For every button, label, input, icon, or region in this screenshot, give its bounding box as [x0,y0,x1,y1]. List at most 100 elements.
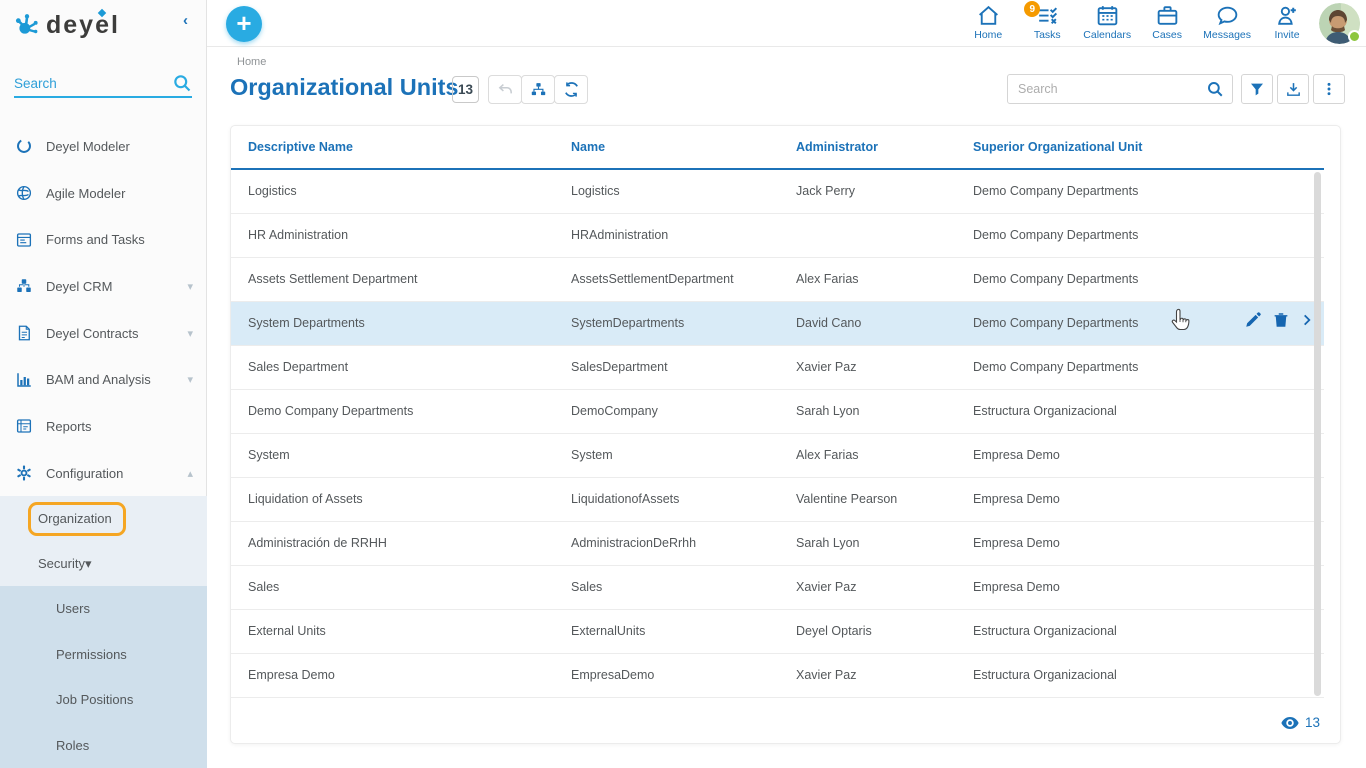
deyel-logo[interactable]: deyel [14,8,194,42]
hierarchy-view-button[interactable] [521,75,555,104]
table-cell[interactable]: Estructura Organizacional [973,653,1324,697]
column-header[interactable]: Superior Organizational Unit [973,126,1324,169]
add-button[interactable]: + [226,6,262,42]
chevron-down-icon[interactable]: ▾ [187,327,193,340]
column-header[interactable]: Descriptive Name [231,126,571,169]
sidebar-item-users[interactable]: Users [0,586,207,632]
table-cell[interactable] [796,213,973,257]
table-cell[interactable]: Empresa Demo [231,653,571,697]
table-cell[interactable]: AssetsSettlementDepartment [571,257,796,301]
table-cell[interactable]: DemoCompany [571,389,796,433]
sidebar-item-permissions[interactable]: Permissions [0,632,207,678]
table-cell[interactable]: Empresa Demo [973,565,1324,609]
sidebar-item-job-positions[interactable]: Job Positions [0,677,207,723]
table-cell[interactable]: Sales [571,565,796,609]
sidebar-item-bam-analysis[interactable]: BAM and Analysis ▾ [0,356,207,403]
column-header[interactable]: Name [571,126,796,169]
table-cell[interactable]: ExternalUnits [571,609,796,653]
chevron-down-icon[interactable]: ▾ [187,373,193,386]
sidebar-item-roles[interactable]: Roles [0,723,207,768]
sidebar-item-deyel-contracts[interactable]: Deyel Contracts ▾ [0,310,207,357]
table-cell[interactable]: Empresa Demo [973,433,1324,477]
table-cell[interactable]: Logistics [231,169,571,213]
nav-invite[interactable]: Invite [1264,3,1310,41]
table-cell[interactable]: Empresa Demo [973,521,1324,565]
table-scrollbar[interactable] [1314,172,1321,696]
table-cell[interactable]: Demo Company Departments [973,345,1324,389]
sidebar-search[interactable]: Search [14,70,192,98]
table-cell[interactable]: SystemDepartments [571,301,796,345]
table-cell[interactable]: Demo Company Departments [973,257,1324,301]
sidebar-item-configuration[interactable]: Configuration ▴ [0,450,207,497]
table-row[interactable]: Empresa DemoEmpresaDemoXavier PazEstruct… [231,653,1324,697]
table-cell[interactable]: External Units [231,609,571,653]
table-cell[interactable]: David Cano [796,301,973,345]
nav-calendars[interactable]: Calendars [1083,3,1131,41]
nav-messages[interactable]: Messages [1203,3,1251,41]
table-cell[interactable]: Administración de RRHH [231,521,571,565]
open-row-chevron-icon[interactable] [1300,313,1314,327]
sidebar-item-security[interactable]: Security ▾ [0,541,207,586]
sidebar-item-organization[interactable]: Organization [0,496,207,541]
table-row[interactable]: HR AdministrationHRAdministration Demo Co… [231,213,1324,257]
table-row[interactable]: System DepartmentsSystemDepartmentsDavid… [231,301,1324,345]
table-cell[interactable]: Sales [231,565,571,609]
table-row[interactable]: SalesSalesXavier PazEmpresa Demo [231,565,1324,609]
nav-cases[interactable]: Cases [1144,3,1190,41]
sidebar-item-deyel-crm[interactable]: Deyel CRM ▾ [0,263,207,310]
table-row[interactable]: External UnitsExternalUnitsDeyel Optaris… [231,609,1324,653]
search-input[interactable] [1008,82,1198,96]
filter-button[interactable] [1241,74,1273,104]
refresh-button[interactable] [554,75,588,104]
table-cell[interactable]: Assets Settlement Department [231,257,571,301]
sidebar-item-reports[interactable]: Reports [0,403,207,450]
table-cell[interactable]: Liquidation of Assets [231,477,571,521]
user-avatar[interactable] [1319,3,1360,44]
column-header[interactable]: Administrator [796,126,973,169]
table-row[interactable]: Demo Company DepartmentsDemoCompanySarah… [231,389,1324,433]
chevron-down-icon[interactable]: ▾ [187,280,193,293]
table-cell[interactable]: System [231,433,571,477]
table-cell[interactable]: Xavier Paz [796,653,973,697]
table-cell[interactable]: Estructura Organizacional [973,389,1324,433]
table-cell[interactable]: Deyel Optaris [796,609,973,653]
table-cell[interactable]: System Departments [231,301,571,345]
table-cell[interactable]: Xavier Paz [796,565,973,609]
table-cell[interactable]: Estructura Organizacional [973,609,1324,653]
chevron-up-icon[interactable]: ▴ [187,467,193,480]
table-cell[interactable]: HRAdministration [571,213,796,257]
table-cell[interactable]: SalesDepartment [571,345,796,389]
table-cell[interactable]: Demo Company Departments [973,169,1324,213]
undo-button[interactable] [488,75,522,104]
table-cell[interactable]: AdministracionDeRrhh [571,521,796,565]
table-row[interactable]: Sales DepartmentSalesDepartmentXavier Pa… [231,345,1324,389]
delete-trash-icon[interactable] [1272,311,1290,329]
nav-home[interactable]: Home [965,3,1011,41]
table-cell[interactable]: System [571,433,796,477]
table-cell[interactable]: Demo Company Departments [973,213,1324,257]
nav-tasks[interactable]: 9 Tasks [1024,3,1070,41]
search-icon[interactable] [172,73,192,93]
search-submit[interactable] [1198,80,1232,98]
table-cell[interactable]: Sales Department [231,345,571,389]
table-cell[interactable]: Logistics [571,169,796,213]
table-cell[interactable]: Sarah Lyon [796,521,973,565]
table-cell[interactable]: Empresa Demo [973,477,1324,521]
table-cell[interactable]: Alex Farias [796,257,973,301]
edit-pencil-icon[interactable] [1244,311,1262,329]
table-row[interactable]: Liquidation of AssetsLiquidationofAssets… [231,477,1324,521]
sidebar-item-agile-modeler[interactable]: Agile Modeler [0,170,207,217]
breadcrumb[interactable]: Home [237,56,266,68]
table-cell[interactable]: HR Administration [231,213,571,257]
table-row[interactable]: LogisticsLogisticsJack PerryDemo Company… [231,169,1324,213]
table-row[interactable]: Administración de RRHHAdministracionDeRr… [231,521,1324,565]
table-cell[interactable]: Jack Perry [796,169,973,213]
table-cell[interactable]: Alex Farias [796,433,973,477]
sidebar-item-deyel-modeler[interactable]: Deyel Modeler [0,123,207,170]
table-cell[interactable]: Sarah Lyon [796,389,973,433]
chevron-down-icon[interactable]: ▾ [85,556,92,572]
table-cell[interactable]: EmpresaDemo [571,653,796,697]
sidebar-collapse-icon[interactable]: ‹ [183,12,188,29]
table-cell[interactable]: LiquidationofAssets [571,477,796,521]
table-cell[interactable]: Xavier Paz [796,345,973,389]
